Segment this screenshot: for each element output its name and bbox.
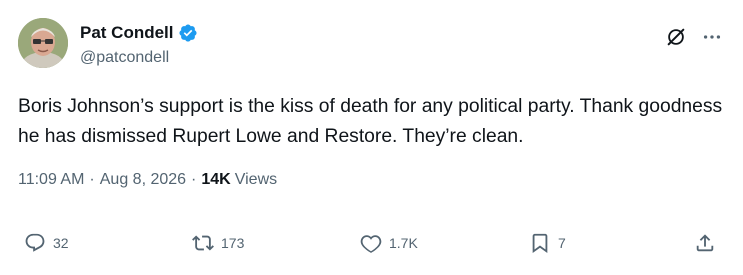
- repost-button[interactable]: 173: [192, 232, 244, 254]
- meta-separator: ·: [89, 171, 95, 188]
- bookmark-count: 7: [558, 235, 566, 251]
- author-display-name[interactable]: Pat Condell: [80, 23, 174, 43]
- share-icon: [696, 234, 714, 252]
- verified-badge-icon[interactable]: [178, 23, 198, 43]
- views-label: Views: [234, 171, 278, 188]
- more-icon[interactable]: [701, 26, 723, 48]
- reply-count: 32: [53, 235, 69, 251]
- heart-icon: [360, 235, 382, 253]
- tweet-meta: 11:09 AM · Aug 8, 2026 · 14K Views: [18, 171, 277, 189]
- views-count: 14K: [201, 171, 231, 188]
- author-block: Pat Condell @patcondell: [80, 22, 198, 67]
- reply-button[interactable]: 32: [24, 232, 69, 254]
- bookmark-icon: [532, 233, 548, 254]
- reply-icon: [25, 233, 45, 252]
- avatar-image: [18, 18, 68, 68]
- tweet-time[interactable]: 11:09 AM: [18, 171, 84, 189]
- share-button[interactable]: [694, 232, 716, 254]
- meta-separator: ·: [191, 171, 197, 188]
- like-button[interactable]: 1.7K: [360, 232, 418, 254]
- repost-count: 173: [221, 235, 245, 251]
- top-actions: [665, 26, 723, 48]
- bookmark-button[interactable]: 7: [529, 232, 566, 254]
- tweet-date[interactable]: Aug 8, 2026: [100, 171, 186, 189]
- avatar[interactable]: [18, 18, 68, 68]
- action-bar: 32 173 1.7K 7: [24, 232, 724, 256]
- like-count: 1.7K: [389, 235, 418, 251]
- repost-icon: [192, 235, 214, 251]
- grok-icon[interactable]: [665, 26, 687, 48]
- tweet-text: Boris Johnson’s support is the kiss of d…: [18, 96, 723, 147]
- author-handle[interactable]: @patcondell: [80, 49, 198, 67]
